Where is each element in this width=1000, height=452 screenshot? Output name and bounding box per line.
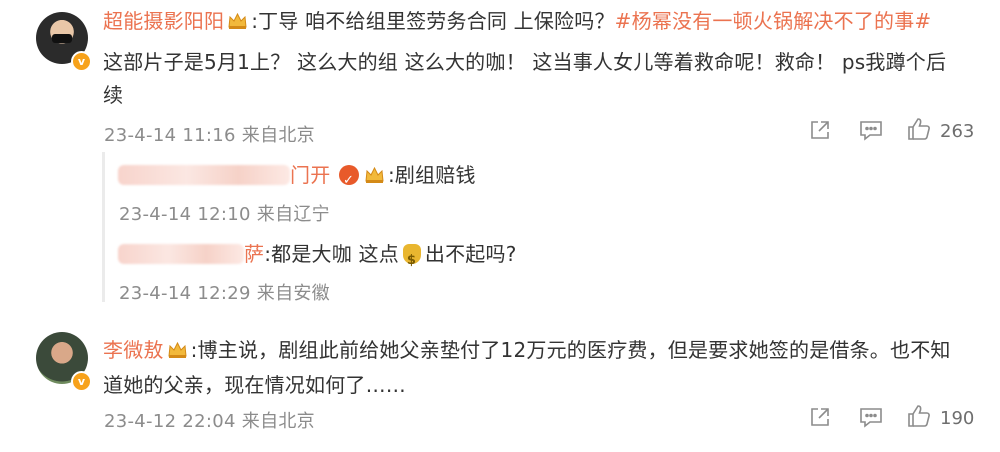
topic-link[interactable]: #杨幂没有一顿火锅解决不了的事#: [615, 9, 932, 33]
reply-item: 门开 :剧组赔钱: [118, 160, 938, 196]
comment-text: :丁导 咱不给组里签劳务合同 上保险吗？: [251, 9, 615, 33]
verified-badge-icon: v: [71, 51, 92, 72]
reply-list: 门开 :剧组赔钱 23-4-14 12:10 来自辽宁 萨:都是大咖 这点 出不起…: [102, 152, 965, 304]
reply-text: :都是大咖 这点: [264, 242, 399, 266]
redacted-username: [118, 165, 290, 185]
comment-button[interactable]: [858, 405, 884, 429]
comment-meta: 23-4-12 22:04 来自北京: [104, 411, 315, 432]
username-link[interactable]: 萨: [244, 242, 264, 266]
comment-text: :博主说，剧组此前给她父亲垫付了12万元的医疗费，但是要求她签的是借条。也不知: [190, 338, 951, 362]
comment-item: v 超能摄影阳阳 :丁导 咱不给组里签劳务合同 上保险吗？#杨幂没有一顿火锅解决…: [0, 0, 1000, 152]
vip-crown-icon: [168, 341, 187, 358]
comment-item: v 李微敖 :博主说，剧组此前给她父亲垫付了12万元的医疗费，但是要求她签的是借…: [0, 320, 1000, 452]
reply-meta: 23-4-14 12:10 来自辽宁: [119, 204, 330, 225]
comment-body: 超能摄影阳阳 :丁导 咱不给组里签劳务合同 上保险吗？#杨幂没有一顿火锅解决不了…: [103, 6, 973, 37]
reply-meta: 23-4-14 12:29 来自安徽: [119, 283, 330, 304]
like-button[interactable]: [906, 116, 932, 142]
like-icon: [908, 405, 930, 427]
share-button[interactable]: [808, 405, 832, 429]
money-bag-emoji-icon: [402, 244, 421, 276]
like-icon: [908, 118, 930, 140]
comment-button[interactable]: [858, 118, 884, 142]
share-icon: [811, 408, 829, 426]
comment-text-line: 道她的父亲，现在情况如何了……: [103, 373, 406, 397]
like-count: 263: [940, 121, 975, 142]
share-button[interactable]: [808, 118, 832, 142]
comment-text-line: 这部片子是5月1上？ 这么大的组 这么大的咖！ 这当事人女儿等着救命呢！救命！ …: [103, 50, 947, 74]
reply-item: 萨:都是大咖 这点 出不起吗?: [118, 239, 938, 276]
username-link[interactable]: 超能摄影阳阳: [103, 9, 224, 33]
username-link[interactable]: 门开: [290, 163, 330, 187]
comment-text-line: 续: [103, 83, 124, 107]
redacted-username: [118, 244, 244, 264]
fan-medal-icon: [338, 165, 359, 196]
comment-body: 李微敖 :博主说，剧组此前给她父亲垫付了12万元的医疗费，但是要求她签的是借条。…: [103, 335, 983, 366]
vip-crown-icon: [228, 12, 247, 29]
reply-text: :剧组赔钱: [387, 163, 476, 187]
like-count: 190: [940, 408, 975, 429]
share-icon: [811, 121, 829, 139]
reply-text: 出不起吗?: [424, 242, 517, 266]
like-button[interactable]: [906, 403, 932, 429]
comment-meta: 23-4-14 11:16 来自北京: [104, 125, 315, 146]
verified-badge-icon: v: [71, 371, 92, 392]
username-link[interactable]: 李微敖: [103, 338, 164, 362]
comment-icon: [860, 121, 882, 141]
comment-icon: [860, 408, 882, 428]
vip-crown-icon: [365, 166, 384, 183]
